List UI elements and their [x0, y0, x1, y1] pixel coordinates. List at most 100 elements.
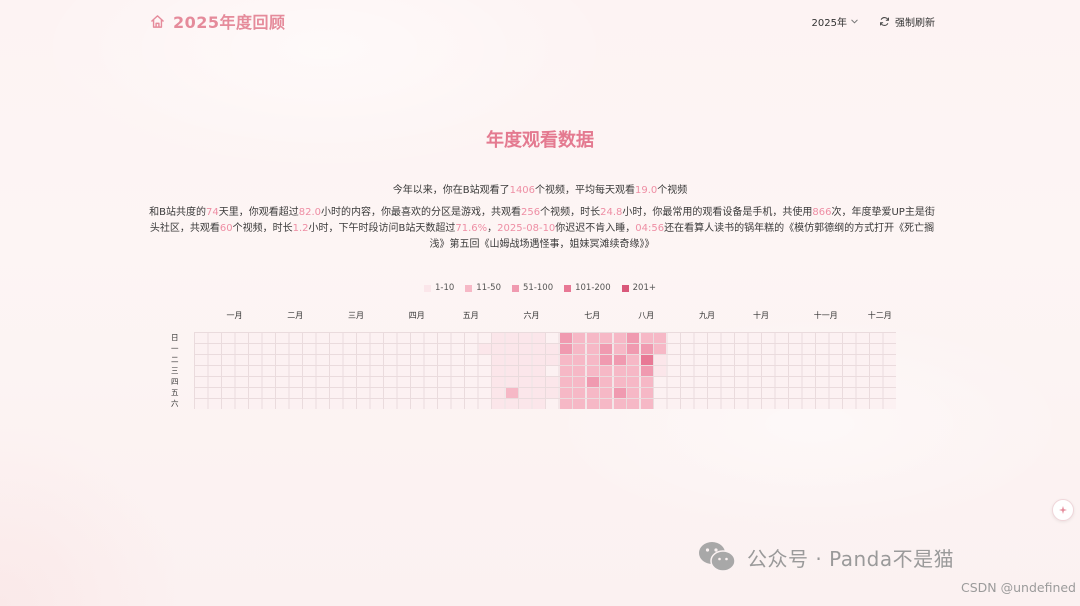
heatmap-cell[interactable] — [532, 366, 545, 376]
heatmap-cell[interactable] — [640, 355, 653, 365]
refresh-button[interactable]: 强制刷新 — [879, 14, 935, 29]
legend-swatch — [465, 284, 473, 292]
heatmap-cell[interactable] — [627, 366, 639, 376]
heatmap-cell[interactable] — [559, 366, 572, 376]
heatmap-cell[interactable] — [600, 399, 612, 409]
heatmap-cell[interactable] — [559, 344, 572, 354]
heatmap-cell[interactable] — [505, 377, 518, 387]
heatmap-cell[interactable] — [613, 355, 626, 365]
heatmap-cell[interactable] — [559, 388, 572, 398]
heatmap-cell[interactable] — [519, 399, 531, 409]
heatmap-cell[interactable] — [586, 388, 599, 398]
heatmap-cell[interactable] — [519, 355, 531, 365]
heatmap-cell[interactable] — [640, 344, 653, 354]
heatmap-cell[interactable] — [586, 377, 599, 387]
heatmap-cell[interactable] — [532, 388, 545, 398]
heatmap-cell[interactable] — [519, 366, 531, 376]
heatmap-cell[interactable] — [600, 333, 612, 343]
heatmap-cell[interactable] — [654, 355, 666, 365]
heatmap-cell[interactable] — [519, 333, 531, 343]
heatmap-cell[interactable] — [559, 377, 572, 387]
heatmap-cell[interactable] — [546, 377, 558, 387]
heatmap-cell[interactable] — [600, 366, 612, 376]
heatmap-cell[interactable] — [546, 388, 558, 398]
heatmap-cell[interactable] — [546, 355, 558, 365]
heatmap-cell[interactable] — [600, 344, 612, 354]
heatmap-cell[interactable] — [613, 366, 626, 376]
heatmap-cell[interactable] — [627, 377, 639, 387]
heatmap-cell[interactable] — [654, 344, 666, 354]
detail-late-date: 2025-08-10 — [497, 223, 556, 234]
heatmap-cell[interactable] — [627, 399, 639, 409]
heatmap-cell[interactable] — [505, 355, 518, 365]
heatmap-cell[interactable] — [654, 333, 666, 343]
heatmap-cell[interactable] — [559, 399, 572, 409]
heatmap-cell[interactable] — [478, 344, 491, 354]
heatmap-cell[interactable] — [532, 344, 545, 354]
month-label: 五月 — [462, 311, 479, 320]
heatmap-cell[interactable] — [586, 366, 599, 376]
heatmap-cell[interactable] — [613, 344, 626, 354]
heatmap-cell[interactable] — [613, 388, 626, 398]
page-title: 2025年度回顾 — [173, 13, 286, 32]
heatmap-cell[interactable] — [573, 366, 585, 376]
heatmap-cell[interactable] — [586, 333, 599, 343]
heatmap-cell[interactable] — [640, 388, 653, 398]
heatmap-cell[interactable] — [573, 377, 585, 387]
heatmap-cell[interactable] — [519, 377, 531, 387]
heatmap-cell[interactable] — [492, 377, 504, 387]
heatmap-cell[interactable] — [573, 344, 585, 354]
heatmap-cell[interactable] — [586, 399, 599, 409]
heatmap-cell[interactable] — [559, 355, 572, 365]
heatmap-cell[interactable] — [505, 388, 518, 398]
home-link[interactable]: 2025年度回顾 — [150, 9, 286, 33]
heatmap-cell[interactable] — [613, 333, 626, 343]
heatmap-cell[interactable] — [546, 344, 558, 354]
heatmap-cell[interactable] — [492, 355, 504, 365]
floating-action-button[interactable] — [1052, 499, 1074, 521]
heatmap-cell[interactable] — [532, 355, 545, 365]
heatmap-cell[interactable] — [519, 388, 531, 398]
heatmap-cell[interactable] — [613, 377, 626, 387]
heatmap-cell[interactable] — [627, 355, 639, 365]
heatmap-cell[interactable] — [640, 377, 653, 387]
legend-label: 11-50 — [476, 283, 501, 293]
heatmap-cell[interactable] — [627, 388, 639, 398]
heatmap-cell[interactable] — [492, 366, 504, 376]
legend-swatch — [621, 284, 629, 292]
watermark-text: 公众号 · Panda不是猫 — [747, 546, 955, 571]
heatmap-cell[interactable] — [559, 333, 572, 343]
heatmap-cell[interactable] — [586, 344, 599, 354]
year-select[interactable]: 2025年 — [812, 14, 859, 29]
heatmap-cell[interactable] — [505, 344, 518, 354]
heatmap-cell[interactable] — [573, 399, 585, 409]
heatmap-cell[interactable] — [492, 388, 504, 398]
heatmap-cell[interactable] — [492, 344, 504, 354]
heatmap-cell[interactable] — [640, 333, 653, 343]
heatmap-cell[interactable] — [640, 399, 653, 409]
heatmap-cell[interactable] — [627, 344, 639, 354]
heatmap-cell[interactable] — [627, 333, 639, 343]
month-label: 十一月 — [813, 311, 838, 320]
heatmap-cell[interactable] — [654, 366, 666, 376]
heatmap-cell[interactable] — [505, 399, 518, 409]
heatmap-cell[interactable] — [492, 399, 504, 409]
heatmap-cell[interactable] — [573, 333, 585, 343]
heatmap-cell[interactable] — [492, 333, 504, 343]
heatmap-cell[interactable] — [505, 366, 518, 376]
heatmap-cell[interactable] — [532, 399, 545, 409]
heatmap-cell[interactable] — [532, 333, 545, 343]
heatmap-cell[interactable] — [586, 355, 599, 365]
heatmap-cell[interactable] — [613, 399, 626, 409]
heatmap-cell[interactable] — [573, 388, 585, 398]
heatmap-cell[interactable] — [532, 377, 545, 387]
detail-text: 小时的内容，你最喜欢的分区是游戏，共观看 — [321, 207, 522, 218]
heatmap-cell[interactable] — [519, 344, 531, 354]
heatmap-cell[interactable] — [600, 388, 612, 398]
heatmap-cell[interactable] — [600, 377, 612, 387]
heatmap-cell[interactable] — [640, 366, 653, 376]
heatmap-cell[interactable] — [600, 355, 612, 365]
legend-label: 51-100 — [523, 283, 554, 293]
heatmap-cell[interactable] — [505, 333, 518, 343]
heatmap-cell[interactable] — [573, 355, 585, 365]
